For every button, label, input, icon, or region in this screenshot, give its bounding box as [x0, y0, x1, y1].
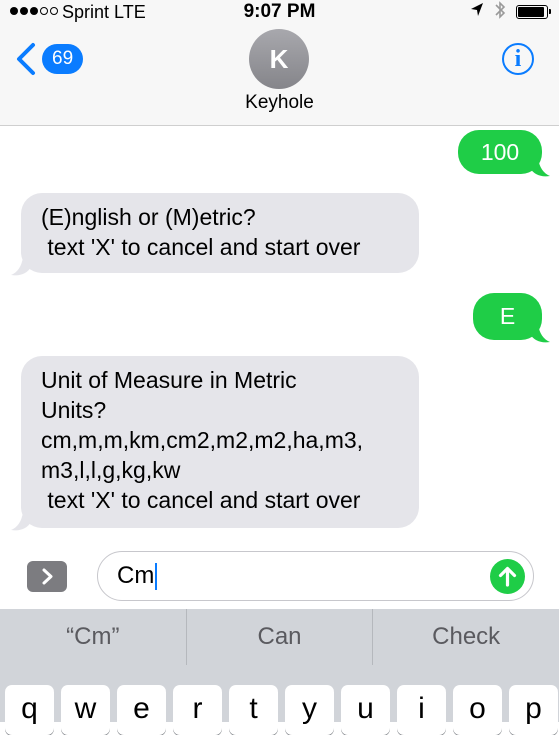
- key-q[interactable]: q: [5, 685, 54, 735]
- send-button[interactable]: [490, 559, 525, 594]
- bubble-tail: [530, 324, 550, 343]
- chevron-right-icon: [42, 568, 53, 585]
- bubble-tail: [11, 512, 31, 531]
- incoming-message[interactable]: Unit of Measure in Metric Units? cm,m,m,…: [21, 356, 419, 528]
- key-y[interactable]: y: [285, 685, 334, 735]
- back-button[interactable]: 69: [14, 42, 84, 76]
- message-input-value: Cm: [117, 562, 155, 589]
- unread-count-badge: 69: [42, 44, 84, 74]
- chevron-left-icon: [17, 43, 35, 75]
- suggestion-item[interactable]: “Cm”: [0, 609, 186, 665]
- bubble-tail: [530, 158, 550, 177]
- key-i[interactable]: i: [397, 685, 446, 735]
- conversation-header: 69 K Keyhole i: [0, 24, 559, 126]
- key-t[interactable]: t: [229, 685, 278, 735]
- key-r[interactable]: r: [173, 685, 222, 735]
- key-o[interactable]: o: [453, 685, 502, 735]
- bubble-tail: [11, 257, 31, 276]
- suggestion-item[interactable]: Check: [372, 609, 559, 665]
- arrow-up-icon: [498, 566, 517, 587]
- battery-level: [518, 7, 544, 17]
- location-arrow-icon: [470, 2, 484, 23]
- expand-apps-button[interactable]: [27, 561, 67, 592]
- battery-icon: [516, 5, 551, 19]
- info-icon: i: [514, 46, 522, 72]
- key-u[interactable]: u: [341, 685, 390, 735]
- message-input[interactable]: Cm: [97, 551, 534, 601]
- incoming-message[interactable]: (E)nglish or (M)etric? text 'X' to cance…: [21, 193, 419, 273]
- key-w[interactable]: w: [61, 685, 110, 735]
- text-caret: [155, 563, 158, 591]
- bluetooth-icon: [494, 0, 506, 25]
- avatar[interactable]: K: [249, 29, 309, 89]
- key-p[interactable]: p: [509, 685, 558, 735]
- predictive-suggestions: “Cm” Can Check: [0, 609, 559, 665]
- status-bar: Sprint LTE 9:07 PM: [0, 0, 559, 24]
- keyboard: q w e r t y u i o p: [0, 665, 559, 735]
- suggestion-item[interactable]: Can: [185, 609, 373, 665]
- info-button[interactable]: i: [502, 43, 534, 75]
- contact-name[interactable]: Keyhole: [0, 92, 559, 114]
- key-e[interactable]: e: [117, 685, 166, 735]
